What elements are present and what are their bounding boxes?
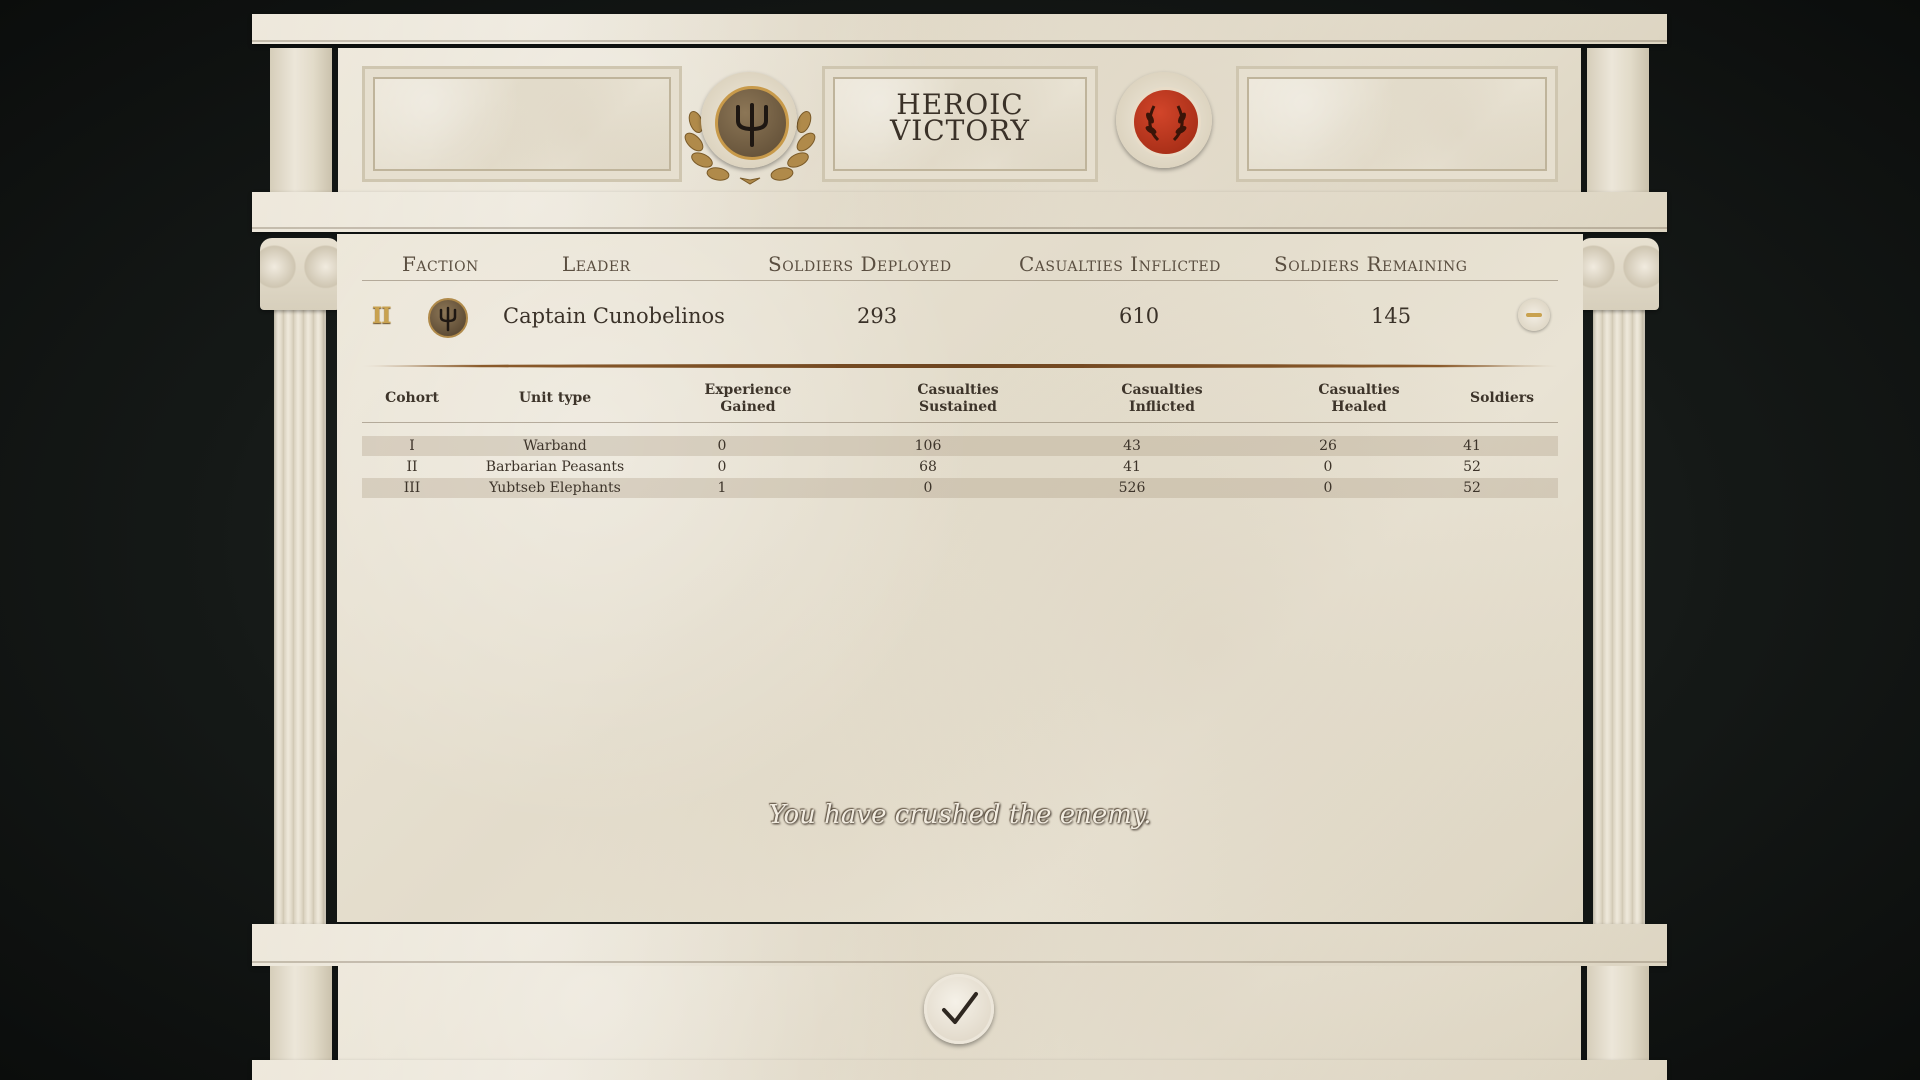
right-column — [1593, 304, 1645, 936]
laurel-wreath-icon — [1145, 105, 1187, 142]
battle-result-message: You have crushed the enemy. — [768, 800, 1152, 830]
head-cohort-label: Cohort — [385, 390, 439, 406]
casualties-sustained: 0 — [923, 480, 933, 496]
checkmark-icon — [942, 992, 978, 1024]
head-experience-line1: Experience — [704, 382, 792, 398]
casualties-healed: 26 — [1319, 438, 1337, 454]
result-line-2: VICTORY — [889, 114, 1031, 147]
soldiers-count: 52 — [1463, 480, 1481, 496]
summary-header-divider — [362, 280, 1558, 281]
top-beam — [252, 14, 1667, 44]
head-soldiers-label: Soldiers — [1469, 390, 1535, 406]
head-healed: Casualties Healed — [1299, 382, 1419, 416]
col-head-remaining: Soldiers Remaining — [1274, 252, 1468, 276]
head-soldiers: Soldiers — [1462, 390, 1542, 407]
head-sustained: Casualties Sustained — [898, 382, 1018, 416]
casualties-inflicted: 526 — [1118, 480, 1146, 496]
trident-icon — [736, 103, 768, 147]
cohort-number: I — [409, 438, 415, 454]
col-head-leader: Leader — [562, 252, 631, 276]
soldiers-remaining-value: 145 — [1371, 304, 1412, 328]
left-pier-top — [270, 48, 332, 208]
section-divider — [362, 364, 1558, 368]
right-pier-top — [1587, 48, 1649, 208]
head-experience-line2: Gained — [720, 399, 776, 415]
casualties-healed: 0 — [1323, 459, 1333, 475]
trident-emblem — [715, 86, 789, 160]
unit-type: Barbarian Peasants — [485, 459, 625, 475]
left-column-capital — [260, 238, 340, 310]
head-sustained-line1: Casualties — [917, 382, 999, 398]
head-sustained-line2: Sustained — [919, 399, 997, 415]
head-healed-line2: Healed — [1331, 399, 1387, 415]
collapse-button[interactable] — [1518, 299, 1550, 331]
cohort-header-divider — [362, 422, 1558, 423]
casualties-healed: 0 — [1323, 480, 1333, 496]
casualties-inflicted-value: 610 — [1119, 304, 1160, 328]
left-column — [274, 304, 326, 936]
head-unit-type: Unit type — [495, 390, 615, 407]
casualties-sustained: 68 — [919, 459, 937, 475]
head-healed-line1: Casualties — [1318, 382, 1400, 398]
head-inflicted: Casualties Inflicted — [1102, 382, 1222, 416]
soldiers-count: 41 — [1463, 438, 1481, 454]
experience-gained: 1 — [717, 480, 727, 496]
rank-badge: II — [372, 303, 392, 329]
right-column-capital — [1579, 238, 1659, 310]
col-head-deployed: Soldiers Deployed — [768, 252, 952, 276]
enemy-name-box — [1236, 66, 1558, 182]
trident-icon — [439, 306, 457, 332]
head-inflicted-line1: Casualties — [1121, 382, 1203, 398]
bottom-beam — [252, 924, 1667, 966]
table-row[interactable]: III Yubtseb Elephants 1 0 526 0 52 — [362, 478, 1558, 498]
unit-type: Warband — [523, 438, 587, 454]
head-cohort: Cohort — [372, 390, 452, 407]
experience-gained: 0 — [717, 438, 727, 454]
player-name-box — [362, 66, 682, 182]
cohort-number: II — [406, 459, 418, 475]
casualties-inflicted: 43 — [1123, 438, 1141, 454]
battle-result-title: HEROIC VICTORY — [830, 91, 1090, 147]
table-row[interactable]: I Warband 0 106 43 26 41 — [362, 436, 1558, 456]
col-head-inflicted: Casualties Inflicted — [1019, 252, 1221, 276]
casualties-sustained: 106 — [914, 438, 942, 454]
confirm-button[interactable] — [924, 974, 994, 1044]
enemy-emblem — [1131, 87, 1201, 157]
leader-name: Captain Cunobelinos — [503, 304, 725, 328]
casualties-inflicted: 41 — [1123, 459, 1141, 475]
head-unit-type-label: Unit type — [518, 390, 592, 406]
base-beam — [252, 1060, 1667, 1080]
middle-beam — [252, 192, 1667, 232]
cohort-number: III — [403, 480, 421, 496]
soldiers-count: 52 — [1463, 459, 1481, 475]
table-row[interactable]: II Barbarian Peasants 0 68 41 0 52 — [362, 457, 1558, 477]
head-inflicted-line2: Inflicted — [1129, 399, 1195, 415]
minus-icon — [1526, 313, 1542, 317]
leader-faction-emblem — [428, 298, 468, 338]
col-head-faction: Faction — [402, 252, 479, 276]
head-experience: Experience Gained — [688, 382, 808, 416]
unit-type: Yubtseb Elephants — [489, 480, 621, 496]
soldiers-deployed-value: 293 — [857, 304, 898, 328]
experience-gained: 0 — [717, 459, 727, 475]
